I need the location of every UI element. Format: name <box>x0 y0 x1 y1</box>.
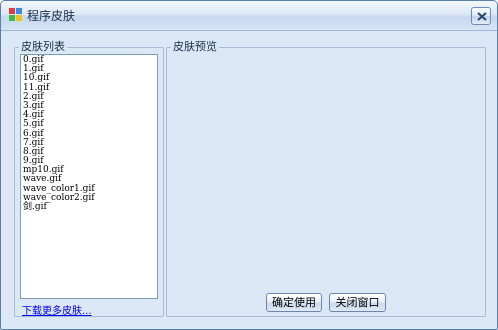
skin-list-legend: 皮肤列表 <box>19 40 67 54</box>
title-bar[interactable]: 程序皮肤 <box>1 1 497 31</box>
close-dialog-button[interactable]: 关闭窗口 <box>329 293 386 312</box>
apply-skin-button[interactable]: 确定使用 <box>266 293 322 312</box>
download-more-skins-link[interactable]: 下载更多皮肤... <box>22 302 92 317</box>
list-item[interactable]: 剑.gif <box>23 202 155 212</box>
skin-dialog: 程序皮肤 皮肤列表 0.gif 1.gif 10.gif 11.gif 2.gi… <box>0 0 498 330</box>
close-window-button[interactable] <box>471 7 491 25</box>
window-title: 程序皮肤 <box>27 9 76 23</box>
skin-listbox[interactable]: 0.gif 1.gif 10.gif 11.gif 2.gif 3.gif 4.… <box>20 54 158 299</box>
palette-icon <box>9 8 23 22</box>
skin-preview-area <box>171 56 481 288</box>
skin-preview-legend: 皮肤预览 <box>171 40 219 54</box>
